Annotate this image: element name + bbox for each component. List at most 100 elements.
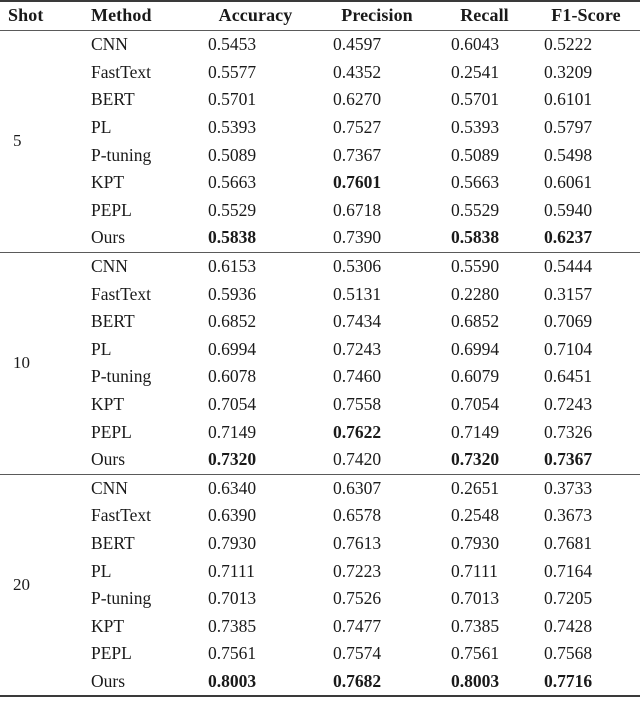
- metric-value-recall: 0.2541: [451, 61, 500, 82]
- metric-value-f1: 0.7205: [544, 588, 593, 609]
- metric-value-f1: 0.7428: [544, 615, 593, 636]
- metric-value-accuracy: 0.6340: [194, 473, 317, 503]
- metric-value-recall: 0.5590: [437, 251, 532, 281]
- column-header-shot: Shot: [0, 0, 85, 31]
- metric-value-recall: 0.5838: [451, 227, 500, 248]
- table-row: P-tuning 0.6078 0.7460 0.6079 0.6451: [0, 363, 640, 391]
- column-header-recall: Recall: [437, 0, 532, 31]
- shot-group-label: 10: [0, 251, 85, 474]
- metric-value-f1: 0.5797: [544, 117, 593, 138]
- column-header-method: Method: [85, 0, 194, 31]
- method-name: Ours: [91, 227, 126, 248]
- method-name: BERT: [91, 89, 135, 110]
- metric-value-recall: 0.7320: [451, 449, 500, 470]
- metric-value-f1: 0.7681: [544, 532, 593, 553]
- metric-value-accuracy: 0.7561: [208, 643, 257, 664]
- metric-value-accuracy: 0.5453: [194, 29, 317, 59]
- table-row: PEPL 0.5529 0.6718 0.5529 0.5940: [0, 197, 640, 225]
- method-name: FastText: [91, 505, 152, 526]
- metric-value-f1: 0.7164: [544, 560, 593, 581]
- metric-value-recall: 0.6852: [451, 311, 500, 332]
- metric-value-recall: 0.2280: [451, 283, 500, 304]
- table-row: FastText 0.6390 0.6578 0.2548 0.3673: [0, 502, 640, 530]
- method-name: P-tuning: [91, 366, 152, 387]
- metric-value-precision: 0.7243: [333, 338, 382, 359]
- metric-value-accuracy: 0.5838: [208, 227, 257, 248]
- metric-value-recall: 0.7054: [451, 394, 500, 415]
- metric-value-accuracy: 0.7111: [208, 560, 255, 581]
- method-name: CNN: [85, 473, 194, 503]
- metric-value-recall: 0.5663: [451, 172, 500, 193]
- method-name: CNN: [85, 251, 194, 281]
- method-name: KPT: [91, 394, 125, 415]
- metric-value-accuracy: 0.5089: [208, 144, 257, 165]
- shot-group-label: 20: [0, 473, 85, 698]
- table-header: Shot Method Accuracy Precision Recall F1…: [0, 0, 640, 31]
- metric-value-f1: 0.7326: [544, 421, 593, 442]
- metric-value-recall: 0.6043: [437, 29, 532, 59]
- table-row: P-tuning 0.7013 0.7526 0.7013 0.7205: [0, 585, 640, 613]
- metric-value-precision: 0.7622: [333, 421, 382, 442]
- metric-value-recall: 0.2548: [451, 505, 500, 526]
- metric-value-recall: 0.5393: [451, 117, 500, 138]
- metric-value-recall: 0.2651: [437, 473, 532, 503]
- metric-value-f1: 0.3209: [544, 61, 593, 82]
- metric-value-precision: 0.6578: [333, 505, 382, 526]
- metric-value-precision: 0.6718: [333, 199, 382, 220]
- metric-value-accuracy: 0.6994: [208, 338, 257, 359]
- method-name: FastText: [91, 61, 152, 82]
- table-row: PEPL 0.7149 0.7622 0.7149 0.7326: [0, 418, 640, 446]
- metric-value-f1: 0.6061: [544, 172, 593, 193]
- metric-value-precision: 0.7223: [333, 560, 382, 581]
- method-name: Ours: [85, 667, 194, 698]
- metric-value-accuracy: 0.7149: [208, 421, 257, 442]
- method-name: PEPL: [91, 199, 132, 220]
- metric-value-recall: 0.6994: [451, 338, 500, 359]
- table-row: PL 0.5393 0.7527 0.5393 0.5797: [0, 114, 640, 142]
- metric-value-f1: 0.3157: [544, 283, 593, 304]
- table-row: FastText 0.5936 0.5131 0.2280 0.3157: [0, 280, 640, 308]
- metric-value-accuracy: 0.6153: [194, 251, 317, 281]
- metric-value-accuracy: 0.5701: [208, 89, 257, 110]
- metric-value-f1: 0.5222: [532, 29, 640, 59]
- method-name: KPT: [91, 172, 125, 193]
- metric-value-accuracy: 0.5393: [208, 117, 257, 138]
- method-name: P-tuning: [91, 144, 152, 165]
- metric-value-recall: 0.7930: [451, 532, 500, 553]
- metric-value-precision: 0.7434: [333, 311, 382, 332]
- metric-value-f1: 0.3733: [532, 473, 640, 503]
- metric-value-f1: 0.7716: [532, 667, 640, 698]
- table-row: 10 CNN 0.6153 0.5306 0.5590 0.5444: [0, 251, 640, 474]
- metric-value-recall: 0.7111: [451, 560, 498, 581]
- method-name: FastText: [91, 283, 152, 304]
- metric-value-accuracy: 0.6078: [208, 366, 257, 387]
- table-row: BERT 0.6852 0.7434 0.6852 0.7069: [0, 308, 640, 336]
- table-row: BERT 0.7930 0.7613 0.7930 0.7681: [0, 530, 640, 558]
- table-row: Ours 0.7320 0.7420 0.7320 0.7367: [0, 446, 640, 474]
- metric-value-recall: 0.7561: [451, 643, 500, 664]
- metric-value-precision: 0.4597: [317, 29, 437, 59]
- table-row: FastText 0.5577 0.4352 0.2541 0.3209: [0, 59, 640, 87]
- metric-value-accuracy: 0.5663: [208, 172, 257, 193]
- metric-value-recall: 0.5701: [451, 89, 500, 110]
- metric-value-f1: 0.7104: [544, 338, 593, 359]
- metric-value-f1: 0.7069: [544, 311, 593, 332]
- metric-value-precision: 0.7527: [333, 117, 382, 138]
- table-row: PEPL 0.7561 0.7574 0.7561 0.7568: [0, 640, 640, 668]
- metric-value-f1: 0.7367: [544, 449, 593, 470]
- metric-value-precision: 0.5131: [333, 283, 382, 304]
- metric-value-accuracy: 0.7930: [208, 532, 257, 553]
- table-row: PL 0.6994 0.7243 0.6994 0.7104: [0, 336, 640, 364]
- method-name: PEPL: [91, 421, 132, 442]
- table-row: P-tuning 0.5089 0.7367 0.5089 0.5498: [0, 141, 640, 169]
- metric-value-precision: 0.7574: [333, 643, 382, 664]
- table-row: 20 CNN 0.6340 0.6307 0.2651 0.3733: [0, 473, 640, 698]
- metric-value-accuracy: 0.6390: [208, 505, 257, 526]
- metric-value-f1: 0.7243: [544, 394, 593, 415]
- metric-value-recall: 0.7149: [451, 421, 500, 442]
- table-row: KPT 0.7054 0.7558 0.7054 0.7243: [0, 391, 640, 419]
- metric-value-accuracy: 0.8003: [194, 667, 317, 698]
- metric-value-precision: 0.4352: [333, 61, 382, 82]
- metric-value-accuracy: 0.7013: [208, 588, 257, 609]
- method-name: PL: [91, 117, 112, 138]
